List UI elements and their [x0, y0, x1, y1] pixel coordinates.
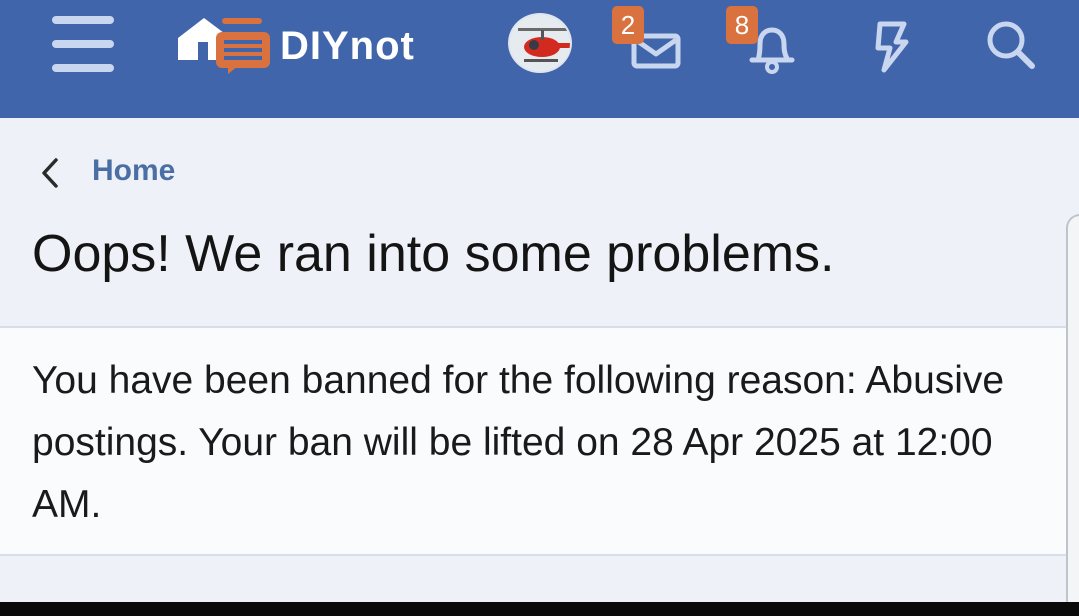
helicopter-image	[510, 15, 570, 71]
top-navbar: DIYnot 2 8	[0, 0, 1079, 118]
chevron-left-icon[interactable]	[36, 156, 66, 190]
menu-icon[interactable]	[52, 16, 114, 72]
messages-button[interactable]: 2	[612, 6, 684, 74]
bottom-bar	[0, 602, 1079, 616]
bolt-icon	[875, 21, 909, 73]
brand-name: DIYnot	[280, 24, 415, 68]
notifications-button[interactable]: 8	[726, 6, 798, 76]
breadcrumb-home-link[interactable]: Home	[92, 154, 175, 188]
search-button[interactable]	[982, 14, 1042, 74]
whats-new-button[interactable]	[864, 14, 920, 74]
ban-notice: You have been banned for the following r…	[0, 326, 1066, 556]
scroll-handle[interactable]	[1066, 214, 1079, 614]
logo-icon	[178, 18, 270, 74]
site-logo[interactable]: DIYnot	[176, 12, 466, 74]
page-title: Oops! We ran into some problems.	[32, 225, 835, 283]
messages-count-badge: 2	[612, 6, 644, 44]
search-icon	[987, 21, 1035, 69]
avatar[interactable]	[508, 13, 572, 73]
notifications-count-badge: 8	[726, 6, 758, 44]
ban-notice-text: You have been banned for the following r…	[32, 359, 1005, 526]
